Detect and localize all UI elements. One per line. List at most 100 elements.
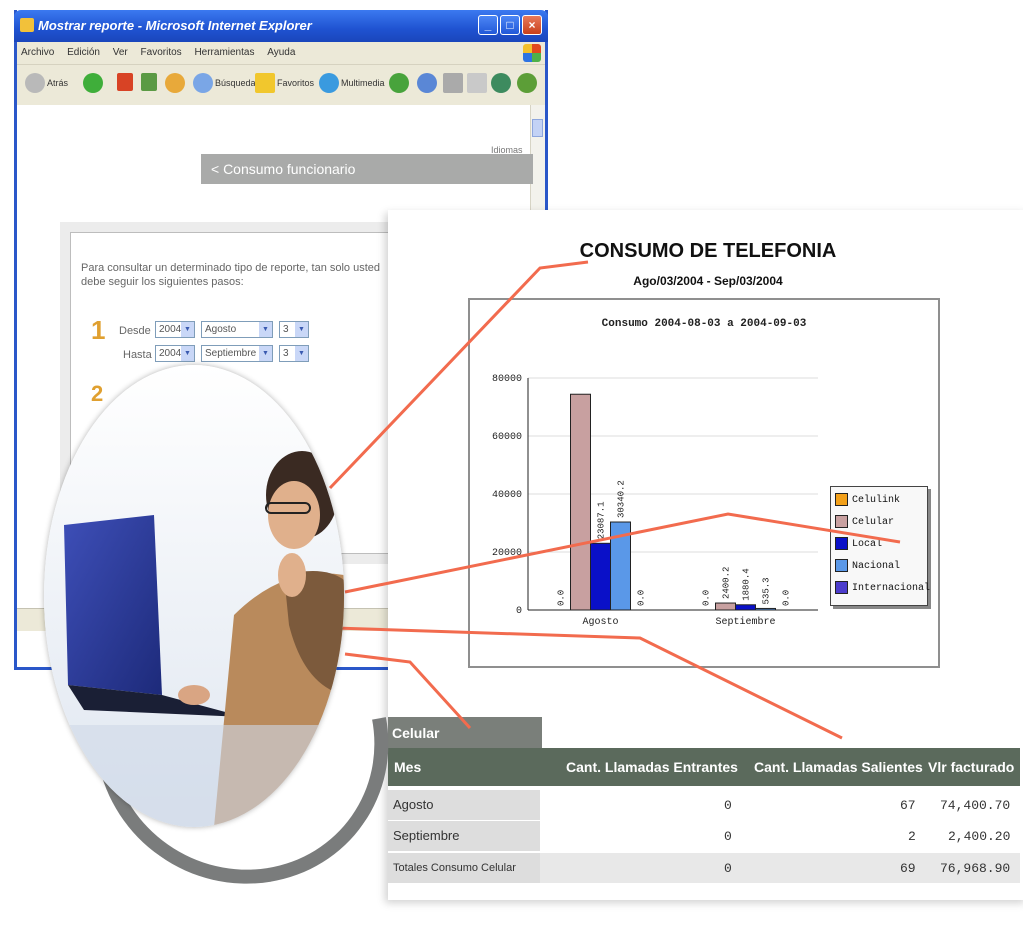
search-label[interactable]: Búsqueda <box>215 78 256 88</box>
legend-swatch <box>835 559 848 572</box>
bar <box>570 393 591 611</box>
desde-year-value: 2004 <box>159 324 182 335</box>
browser-title: Mostrar reporte - Microsoft Internet Exp… <box>38 18 312 33</box>
minimize-button[interactable]: _ <box>478 15 498 35</box>
legend-label: Local <box>852 539 883 551</box>
bar <box>715 602 736 611</box>
row-facturado: 74,400.70 <box>940 798 1011 813</box>
column-header-facturado: Vlr facturado <box>928 759 1015 775</box>
multimedia-label[interactable]: Multimedia <box>341 78 385 88</box>
total-entrantes: 0 <box>724 861 732 876</box>
row-month: Septiembre <box>388 821 540 851</box>
hasta-month-select[interactable]: Septiembre ▼ <box>201 345 273 362</box>
chart-legend: Celulink Celular Local Nacional Internac… <box>830 486 930 606</box>
browser-toolbar: Atrás Búsqueda Favoritos Multimedia <box>17 64 545 106</box>
chevron-down-icon: ▼ <box>181 346 194 361</box>
step-1-marker: 1 <box>91 315 106 345</box>
edit-icon[interactable] <box>467 73 487 93</box>
hasta-year-select[interactable]: 2004 ▼ <box>155 345 195 362</box>
y-tick-label: 40000 <box>492 490 522 501</box>
menu-edicion[interactable]: Edición <box>67 47 100 58</box>
stop-icon[interactable] <box>117 73 133 91</box>
section-title-bar[interactable]: < Consumo funcionario <box>201 154 533 184</box>
bar-chart: 0 20000 40000 60000 80000 0.0 23087.1 30340.2 0.… <box>492 374 818 628</box>
desde-label: Desde <box>119 325 151 337</box>
legend-item-internacional: Internacional <box>835 581 930 594</box>
legend-item-local: Local <box>835 537 882 550</box>
chevron-down-icon: ▼ <box>181 322 194 337</box>
messenger-icon[interactable] <box>491 73 511 93</box>
chevron-down-icon: ▼ <box>295 346 308 361</box>
legend-item-celulink: Celulink <box>835 493 900 506</box>
close-button[interactable]: × <box>522 15 542 35</box>
search-icon[interactable] <box>193 73 213 93</box>
windows-flag-icon <box>523 44 541 62</box>
bar <box>590 542 611 611</box>
row-month: Agosto <box>388 790 540 820</box>
hasta-label: Hasta <box>123 349 152 361</box>
legend-swatch <box>835 537 848 550</box>
y-tick-label: 60000 <box>492 432 522 443</box>
bar-value-label: 1880.4 <box>742 568 752 600</box>
home-icon[interactable] <box>165 73 185 93</box>
legend-item-nacional: Nacional <box>835 559 900 572</box>
legend-label: Internacional <box>852 583 931 595</box>
total-label: Totales Consumo Celular <box>388 853 540 883</box>
forward-icon[interactable] <box>83 73 103 93</box>
ie-logo-icon <box>20 18 34 32</box>
y-tick-label: 80000 <box>492 374 522 385</box>
bar-value-label: 0.0 <box>557 590 567 606</box>
desde-month-select[interactable]: Agosto ▼ <box>201 321 273 338</box>
table-header: Mes Cant. Llamadas Entrantes Cant. Llama… <box>388 748 1020 786</box>
chevron-down-icon: ▼ <box>295 322 308 337</box>
refresh-icon[interactable] <box>141 73 157 91</box>
bar-value-label: 535.3 <box>762 577 772 604</box>
menu-herramientas[interactable]: Herramientas <box>194 47 254 58</box>
bar-value-label: 30340.2 <box>617 480 627 518</box>
menu-ver[interactable]: Ver <box>113 47 128 58</box>
favorites-star-icon[interactable] <box>255 73 275 93</box>
instructions-text: Para consultar un determinado tipo de re… <box>81 262 381 288</box>
x-tick-label: Agosto <box>582 617 618 628</box>
chevron-down-icon: ▼ <box>259 322 272 337</box>
hasta-month-value: Septiembre <box>205 348 257 359</box>
print-icon[interactable] <box>443 73 463 93</box>
report-title: CONSUMO DE TELEFONIA <box>579 240 837 262</box>
legend-label: Nacional <box>852 561 901 573</box>
mail-icon[interactable] <box>417 73 437 93</box>
report-subtitle: Ago/03/2004 - Sep/03/2004 <box>633 274 783 288</box>
multimedia-icon[interactable] <box>319 73 339 93</box>
desde-year-select[interactable]: 2004 ▼ <box>155 321 195 338</box>
report-panel: CONSUMO DE TELEFONIA Ago/03/2004 - Sep/0… <box>388 210 1023 900</box>
celular-section-tab[interactable]: Celular <box>388 717 542 749</box>
menu-bar: Archivo Edición Ver Favoritos Herramient… <box>17 42 545 64</box>
bar-value-label: 0.0 <box>702 590 712 606</box>
menu-ayuda[interactable]: Ayuda <box>267 47 295 58</box>
chart-container: Consumo 2004-08-03 a 2004-09-03 0 20000 40… <box>468 298 940 668</box>
desde-day-value: 3 <box>283 324 289 335</box>
row-entrantes: 0 <box>724 798 732 813</box>
bar <box>755 607 776 611</box>
y-tick-label: 20000 <box>492 548 522 559</box>
bar-value-label: 0.0 <box>782 590 792 606</box>
favorites-label[interactable]: Favoritos <box>277 78 314 88</box>
bar-value-label: 2400.2 <box>722 567 732 599</box>
row-entrantes: 0 <box>724 829 732 844</box>
discuss-icon[interactable] <box>517 73 537 93</box>
menu-favoritos[interactable]: Favoritos <box>141 47 182 58</box>
y-tick-label: 0 <box>516 606 522 617</box>
table-row: Septiembre 0 2 2,400.20 <box>388 821 1020 851</box>
menu-archivo[interactable]: Archivo <box>21 47 54 58</box>
person-at-laptop-illustration <box>44 365 344 827</box>
back-icon[interactable] <box>25 73 45 93</box>
history-icon[interactable] <box>389 73 409 93</box>
hasta-day-select[interactable]: 3 ▼ <box>279 345 309 362</box>
bar <box>610 521 631 611</box>
maximize-button[interactable]: □ <box>500 15 520 35</box>
row-facturado: 2,400.20 <box>948 829 1011 844</box>
desde-day-select[interactable]: 3 ▼ <box>279 321 309 338</box>
bar-value-label: 0.0 <box>637 590 647 606</box>
chevron-down-icon: ▼ <box>259 346 272 361</box>
back-label[interactable]: Atrás <box>47 78 68 88</box>
desde-month-value: Agosto <box>205 324 237 335</box>
